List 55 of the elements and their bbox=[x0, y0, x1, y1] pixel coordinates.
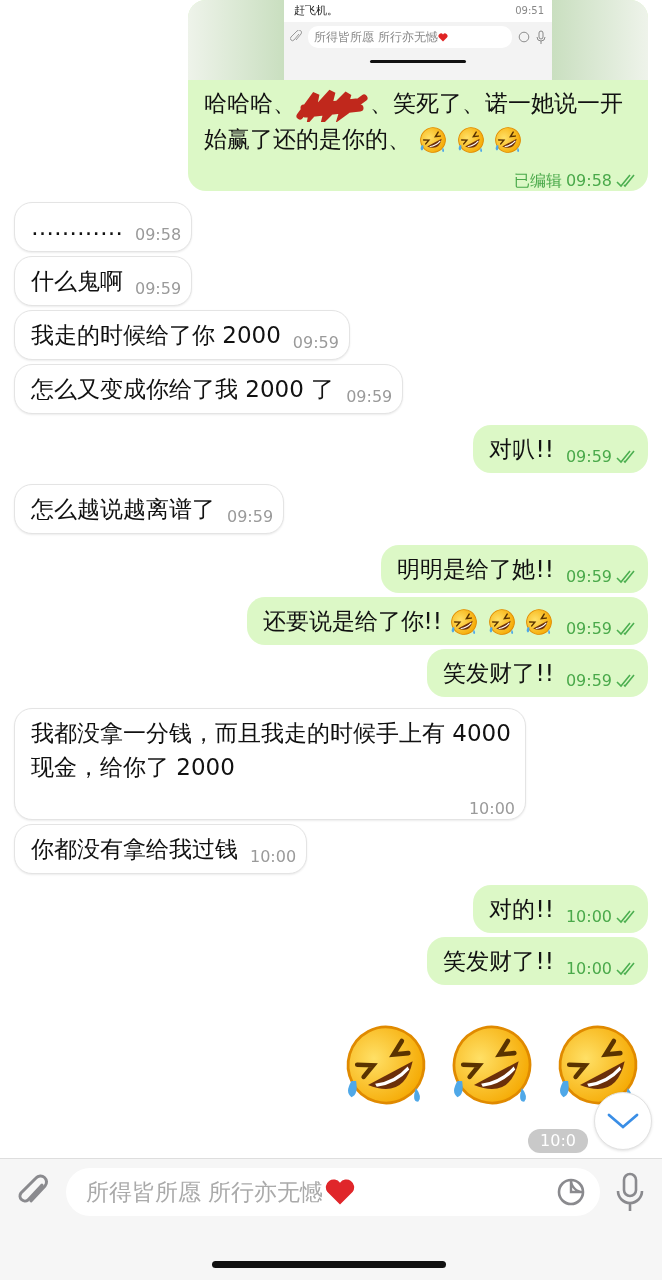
message-text: 我都没拿一分钱，而且我走的时候手上有 4000 现金，给你了 2000 bbox=[31, 718, 512, 782]
message-time: 09:59 bbox=[565, 619, 612, 638]
message-text: 还要说是给了你!! bbox=[262, 603, 554, 638]
message-text: 我走的时候给了你 2000 bbox=[31, 320, 281, 350]
message-text: 哈哈哈、 、笑死了、诺一她说一开始赢了还的是你的、 bbox=[204, 86, 636, 156]
message-time: 09:59 bbox=[227, 507, 274, 526]
sticker-icon bbox=[518, 31, 530, 43]
chat-screenshot[interactable]: 赶飞机。 09:51 所得皆所愿 所行亦无憾 bbox=[188, 0, 648, 80]
message-text: 对的!! bbox=[489, 894, 554, 924]
message-text: 笑发财了!! bbox=[443, 946, 554, 976]
microphone-icon[interactable] bbox=[614, 1172, 646, 1212]
double-check-icon bbox=[616, 569, 638, 584]
message-time: 09:58 bbox=[565, 171, 612, 190]
double-check-icon bbox=[616, 961, 638, 976]
laughing-emoji-icon bbox=[455, 125, 486, 155]
message-text: 明明是给了她!! bbox=[397, 554, 554, 584]
message-time: 10:00 bbox=[565, 959, 612, 978]
message-text: 笑发财了!! bbox=[443, 658, 554, 688]
message-time: 09:59 bbox=[565, 671, 612, 690]
laughing-emoji-icon bbox=[523, 607, 554, 637]
message-time: 09:58 bbox=[135, 225, 182, 244]
message-time: 10:00 bbox=[250, 847, 297, 866]
message-time: 09:59 bbox=[565, 567, 612, 586]
message-text: 什么鬼啊 bbox=[31, 266, 123, 296]
microphone-icon bbox=[536, 30, 546, 44]
screenshot-message-field: 所得皆所愿 所行亦无憾 bbox=[308, 26, 512, 48]
double-check-icon bbox=[616, 673, 638, 688]
laughing-emoji-icon bbox=[449, 607, 480, 637]
laughing-emoji-icon bbox=[486, 607, 517, 637]
message-time: 09:59 bbox=[135, 279, 182, 298]
message-text: 你都没有拿给我过钱 bbox=[31, 834, 238, 864]
paperclip-icon bbox=[290, 30, 302, 44]
message-text: 怎么又变成你给了我 2000 了 bbox=[31, 374, 335, 404]
laughing-emoji-icon bbox=[418, 125, 449, 155]
message-text: ………… bbox=[31, 212, 123, 242]
message-time: 10:00 bbox=[468, 799, 515, 818]
sticker-icon[interactable] bbox=[556, 1177, 586, 1207]
message-time: 09:59 bbox=[292, 333, 339, 352]
heart-icon bbox=[325, 1178, 356, 1206]
double-check-icon bbox=[616, 621, 638, 636]
message-text: 怎么越说越离谱了 bbox=[31, 494, 215, 524]
laughing-emoji-icon bbox=[492, 125, 523, 155]
screenshot-time: 09:51 bbox=[515, 4, 544, 18]
message-time: 09:59 bbox=[565, 447, 612, 466]
double-check-icon bbox=[616, 173, 638, 188]
heart-icon bbox=[437, 32, 448, 42]
message-time: 10:00 bbox=[565, 907, 612, 926]
double-check-icon bbox=[616, 449, 638, 464]
message-time: 09:59 bbox=[346, 387, 393, 406]
scroll-down-button[interactable] bbox=[594, 1092, 652, 1150]
double-check-icon bbox=[616, 909, 638, 924]
chevron-down-icon bbox=[607, 1112, 639, 1130]
message-text: 对叭!! bbox=[489, 434, 554, 464]
screenshot-message-text: 赶飞机。 bbox=[294, 4, 338, 18]
edited-label: 已编辑 bbox=[513, 171, 562, 190]
